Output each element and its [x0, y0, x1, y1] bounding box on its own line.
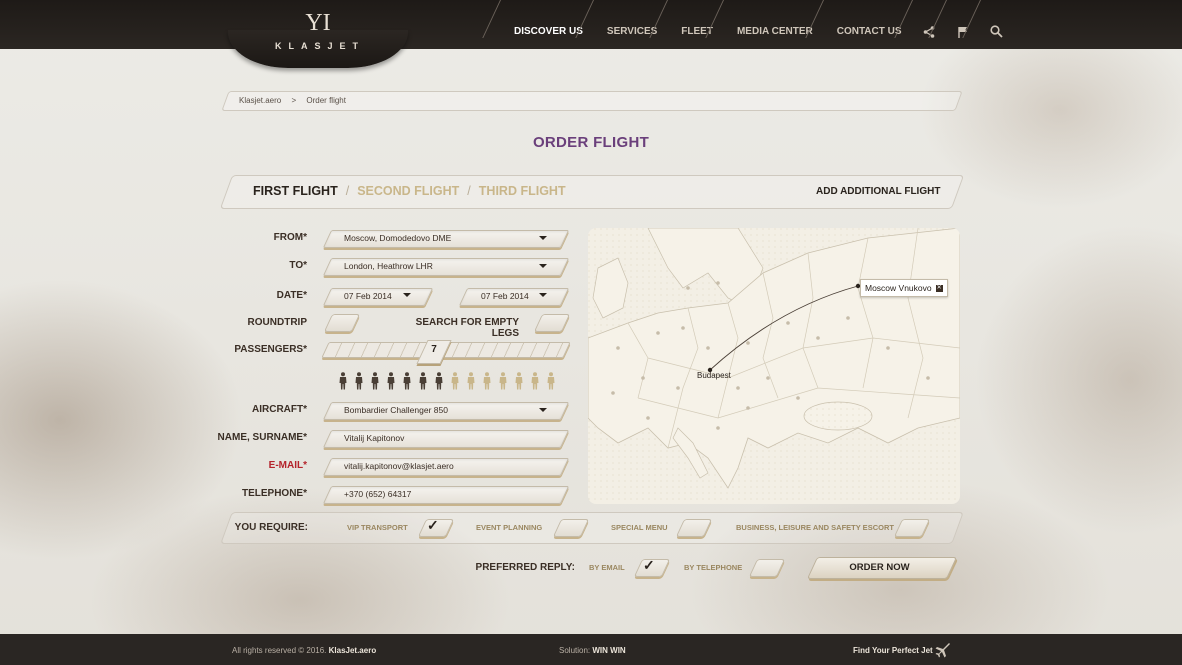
telephone-value: +370 (652) 64317	[344, 489, 412, 499]
check-icon: ✓	[427, 517, 439, 533]
passengers-value: 7	[431, 344, 437, 355]
roundtrip-label: ROUNDTRIP	[247, 317, 307, 328]
chevron-down-icon	[539, 408, 547, 412]
destination-label: Budapest	[697, 371, 731, 380]
name-label: NAME, SURNAME*	[217, 432, 307, 443]
route-map[interactable]: Budapest	[588, 228, 960, 504]
passengers-label: PASSENGERS*	[234, 344, 307, 355]
breadcrumb-current: Order flight	[306, 96, 346, 105]
chevron-down-icon	[539, 264, 547, 268]
footer-rights: All rights reserved © 2016.	[232, 646, 327, 655]
by-email-label: BY EMAIL	[589, 563, 625, 572]
passenger-icon[interactable]	[354, 372, 364, 390]
nav-contact-us[interactable]: CONTACT US	[823, 0, 912, 49]
passenger-icon[interactable]	[402, 372, 412, 390]
page-title: ORDER FLIGHT	[532, 134, 650, 151]
passenger-icon[interactable]	[498, 372, 508, 390]
nav-discover-us[interactable]: DISCOVER US	[500, 0, 593, 49]
chevron-down-icon	[539, 236, 547, 240]
logo-text[interactable]: KLASJET	[270, 41, 370, 51]
plane-icon[interactable]	[934, 642, 950, 658]
email-label: E-MAIL*	[268, 460, 307, 471]
search-button[interactable]	[980, 0, 1014, 49]
vip-transport-label: VIP TRANSPORT	[347, 523, 408, 532]
by-telephone-label: BY TELEPHONE	[684, 563, 743, 572]
find-jet-label: Find Your Perfect Jet	[853, 646, 933, 655]
chevron-down-icon	[403, 293, 411, 297]
passenger-icon[interactable]	[546, 372, 556, 390]
logo-mark[interactable]: YI	[305, 10, 331, 36]
name-value: Vitalij Kapitonov	[344, 433, 405, 443]
return-date-value: 07 Feb 2014	[481, 291, 529, 301]
from-label: FROM*	[273, 232, 307, 243]
footer-solution-label: Solution:	[559, 646, 591, 655]
passenger-icon[interactable]	[370, 372, 380, 390]
close-icon[interactable]: ✕	[935, 285, 943, 293]
passenger-icons	[338, 372, 556, 390]
footer-site-link[interactable]: KlasJet.aero	[329, 646, 377, 655]
passenger-icon[interactable]	[466, 372, 476, 390]
you-require-label: YOU REQUIRE:	[234, 522, 308, 533]
escort-label: BUSINESS, LEISURE AND SAFETY ESCORT	[736, 523, 894, 532]
special-menu-label: SPECIAL MENU	[611, 523, 668, 532]
check-icon: ✓	[643, 557, 655, 573]
passenger-icon[interactable]	[338, 372, 348, 390]
to-value: London, Heathrow LHR	[344, 261, 433, 271]
share-button[interactable]	[912, 0, 946, 49]
add-additional-flight-link[interactable]: ADD ADDITIONAL FLIGHT	[816, 186, 940, 197]
empty-legs-checkbox[interactable]	[533, 314, 571, 332]
from-value: Moscow, Domodedovo DME	[344, 233, 452, 243]
by-telephone-checkbox[interactable]	[748, 559, 786, 577]
origin-name: Moscow Vnukovo	[865, 283, 932, 293]
tab-separator: /	[467, 184, 471, 198]
footer-solution: Solution: WIN WIN	[559, 646, 626, 655]
email-value: vitalij.kapitonov@klasjet.aero	[344, 461, 454, 471]
search-icon	[990, 25, 1003, 38]
tab-third-flight[interactable]: THIRD FLIGHT	[479, 184, 566, 198]
passenger-icon[interactable]	[530, 372, 540, 390]
departure-date-value: 07 Feb 2014	[344, 291, 392, 301]
breadcrumb-home[interactable]: Klasjet.aero	[239, 96, 281, 105]
find-jet-link[interactable]: Find Your Perfect Jet	[853, 646, 933, 655]
flight-tabs: FIRST FLIGHT / SECOND FLIGHT / THIRD FLI…	[253, 184, 566, 198]
aircraft-label: AIRCRAFT*	[252, 404, 307, 415]
main-nav: DISCOVER US SERVICES FLEET MEDIA CENTER …	[500, 0, 1014, 49]
aircraft-value: Bombardier Challenger 850	[344, 405, 448, 415]
preferred-reply-label: PREFERRED REPLY:	[475, 562, 575, 573]
tab-separator: /	[345, 184, 350, 198]
passenger-icon[interactable]	[418, 372, 428, 390]
origin-pin-label[interactable]: Moscow Vnukovo ✕	[860, 279, 948, 297]
tab-first-flight[interactable]: FIRST FLIGHT	[253, 184, 338, 198]
roundtrip-checkbox[interactable]	[323, 314, 361, 332]
passenger-icon[interactable]	[386, 372, 396, 390]
nav-media-center[interactable]: MEDIA CENTER	[723, 0, 823, 49]
order-now-label: ORDER NOW	[849, 562, 910, 573]
nav-fleet[interactable]: FLEET	[667, 0, 723, 49]
passenger-icon[interactable]	[450, 372, 460, 390]
breadcrumb: Klasjet.aero > Order flight	[239, 96, 354, 105]
tab-second-flight[interactable]: SECOND FLIGHT	[357, 184, 459, 198]
telephone-label: TELEPHONE*	[241, 488, 307, 499]
chevron-down-icon	[539, 293, 547, 297]
europe-map-graphic	[588, 228, 960, 504]
breadcrumb-separator: >	[291, 96, 297, 105]
empty-legs-label: SEARCH FOR EMPTY LEGS	[415, 317, 519, 339]
passenger-icon[interactable]	[434, 372, 444, 390]
date-label: DATE*	[276, 290, 307, 301]
footer: All rights reserved © 2016. KlasJet.aero…	[0, 634, 1182, 665]
passenger-icon[interactable]	[514, 372, 524, 390]
language-button[interactable]	[946, 0, 980, 49]
to-label: TO*	[289, 260, 307, 271]
footer-copyright: All rights reserved © 2016. KlasJet.aero	[232, 646, 376, 655]
passenger-icon[interactable]	[482, 372, 492, 390]
event-planning-label: EVENT PLANNING	[476, 523, 543, 532]
footer-solution-link[interactable]: WIN WIN	[592, 646, 625, 655]
